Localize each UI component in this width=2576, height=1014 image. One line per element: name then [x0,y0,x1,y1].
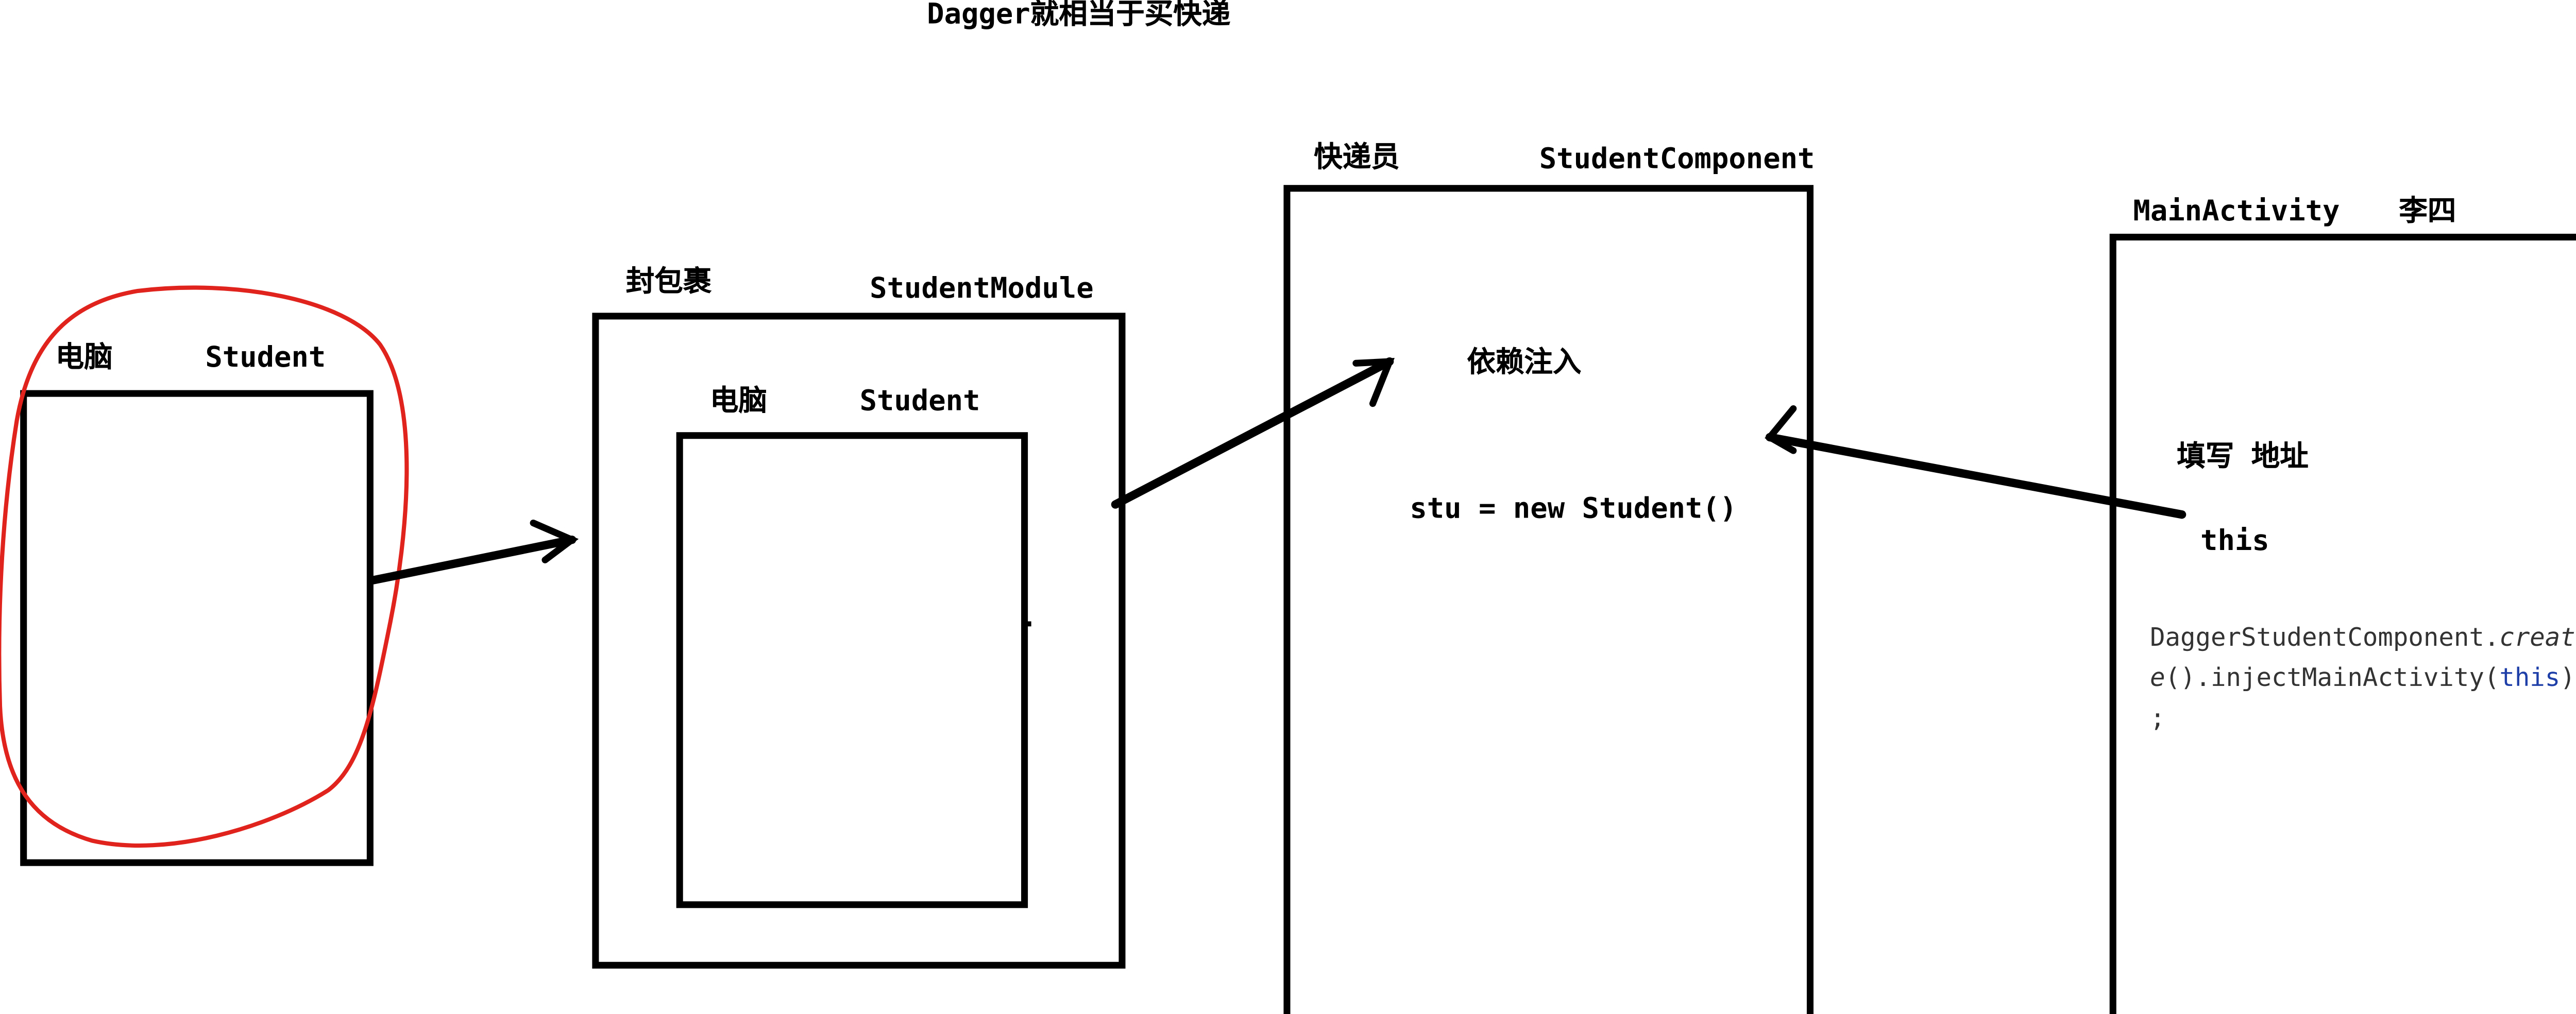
package-inner-box [676,432,1028,908]
computer-label-en: Student [205,341,326,375]
inject-code-line-3: ; [2150,702,2165,733]
inject-code-snippet: DaggerStudentComponent.creat e().injectM… [2150,617,2575,738]
computer-box [20,390,374,866]
courier-code-line: stu = new Student() [1410,492,1737,527]
activity-label-en: MainActivity [2133,195,2340,229]
package-outer-box [592,313,1126,969]
activity-label-cn: 李四 [2399,195,2456,229]
courier-box [1283,185,1814,1014]
inject-code-line-2: e().injectMainActivity(this) [2150,662,2575,693]
fill-address-label: 填写 地址 [2177,440,2309,474]
inject-label: 依赖注入 [1467,346,1582,380]
computer-label-cn: 电脑 [55,341,113,375]
arrow-activity-to-courier [1765,433,2187,519]
package-label-en: StudentModule [870,272,1094,306]
this-label: this [2200,524,2269,559]
package-inner-label-en: Student [859,385,980,419]
arrow-package-to-courier [1111,357,1394,509]
package-inner-label-cn: 电脑 [709,385,767,419]
diagram-title: Dagger就相当于买快递 [927,0,1231,32]
inject-code-line-1: DaggerStudentComponent.creat [2150,622,2575,652]
diagram-drawing [0,185,2576,1014]
package-label-cn: 封包裹 [625,265,712,300]
courier-label-cn: 快递员 [1314,141,1400,175]
diagram-canvas: Dagger就相当于买快递 电脑 Student 封包裹 StudentModu… [0,0,2576,1014]
courier-label-en: StudentComponent [1539,143,1815,177]
